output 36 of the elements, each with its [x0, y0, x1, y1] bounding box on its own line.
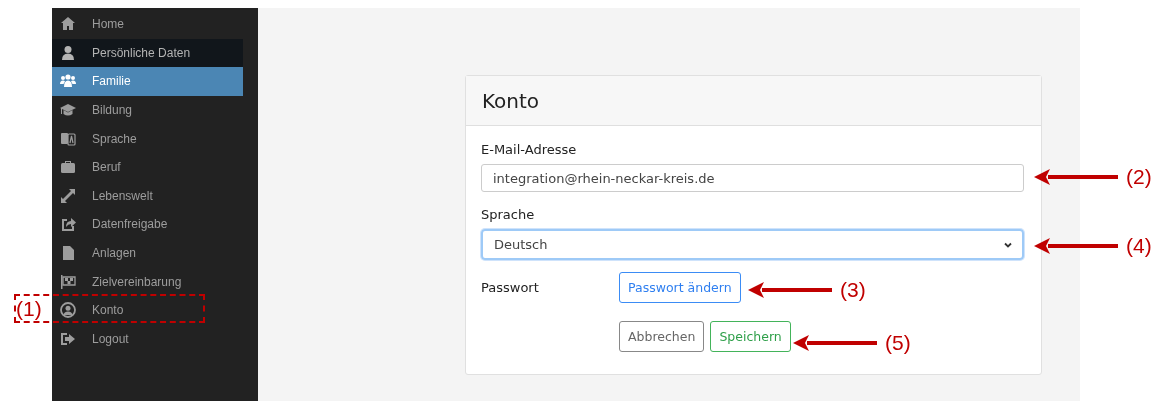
annotation-label: (4) [1126, 234, 1152, 258]
sidebar-item[interactable]: Persönliche Daten [52, 38, 243, 68]
sidebar-item[interactable]: Zielvereinbarung [52, 267, 243, 296]
field-label: E-Mail-Adresse [481, 142, 578, 157]
translation-icon [60, 130, 76, 147]
sidebar-item[interactable]: Anlagen [52, 238, 243, 268]
sidebar-item[interactable]: Logout [52, 324, 243, 354]
sidebar-item[interactable]: Lebenswelt [52, 181, 243, 211]
briefcase-icon [60, 159, 76, 176]
people-icon [60, 73, 76, 90]
sidebar-item[interactable]: Beruf [52, 152, 243, 182]
flag-icon [60, 273, 76, 290]
field-label: Passwort [481, 280, 540, 295]
card-title: Konto [482, 88, 540, 113]
annotation-label: (2) [1126, 165, 1152, 189]
save-button[interactable]: Speichern [710, 321, 791, 352]
sidebar-item[interactable]: Konto [52, 295, 243, 325]
file-icon [60, 245, 76, 262]
user-circle-icon [60, 302, 76, 319]
home-icon [60, 16, 76, 33]
field-label: Sprache [481, 207, 536, 222]
sidebar-item[interactable]: Bildung [52, 95, 243, 125]
annotation-label: (3) [840, 278, 866, 302]
annotation-label: (5) [885, 331, 911, 355]
share-icon [60, 216, 76, 233]
person-icon [60, 44, 76, 61]
sidebar-item[interactable]: Familie [52, 67, 243, 96]
sidebar-item[interactable]: Home [52, 10, 243, 39]
expand-icon [60, 187, 76, 204]
change-password-button[interactable]: Passwort ändern [619, 272, 741, 303]
cancel-button[interactable]: Abbrechen [619, 321, 705, 352]
email-field[interactable]: integration@rhein-neckar-kreis.de [481, 164, 1024, 192]
logout-icon [60, 330, 76, 347]
language-dropdown[interactable]: Deutsch [481, 229, 1024, 260]
sidebar-item[interactable]: Datenfreigabe [52, 210, 243, 239]
sidebar-item[interactable]: Sprache [52, 124, 243, 153]
